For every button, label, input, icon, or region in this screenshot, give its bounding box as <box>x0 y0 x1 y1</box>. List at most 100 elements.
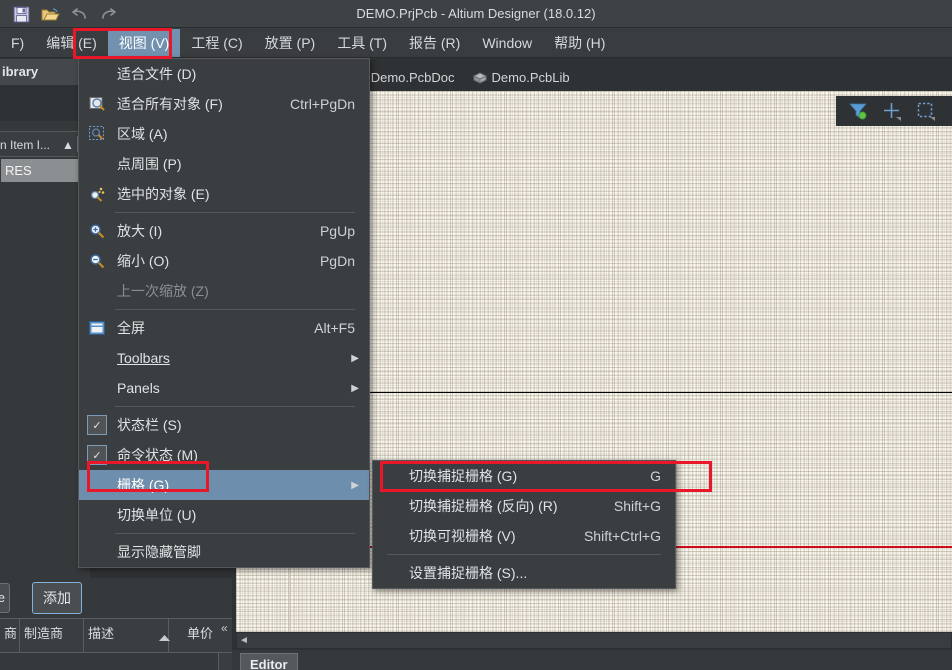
supplier-table-body[interactable] <box>0 653 219 670</box>
submenu-item-toggle-visible-grid[interactable]: 切换可视栅格 (V) Shift+Ctrl+G <box>373 521 675 551</box>
menu-item-label: 区域 (A) <box>117 126 168 142</box>
library-grid-body[interactable] <box>0 182 90 578</box>
checkbox-checked-icon[interactable]: ✓ <box>79 440 115 470</box>
menu-item-label: 状态栏 (S) <box>117 417 182 433</box>
menu-item-shortcut: Shift+G <box>613 498 661 514</box>
menu-item-shortcut: PgUp <box>319 223 355 239</box>
menu-item-panels[interactable]: Panels ▶ <box>79 373 369 403</box>
submenu-item-toggle-snap-grid-reverse[interactable]: 切换捕捉栅格 (反向) (R) Shift+G <box>373 491 675 521</box>
menu-separator <box>387 554 661 555</box>
menu-item-area[interactable]: 区域 (A) <box>79 119 369 149</box>
menu-project[interactable]: 工程 (C) <box>180 29 253 57</box>
menu-tools[interactable]: 工具 (T) <box>326 29 398 57</box>
menu-item-label: 点周围 (P) <box>117 156 182 172</box>
library-row-selected[interactable]: RES <box>1 159 90 182</box>
menu-separator <box>115 406 355 407</box>
menu-item-label: 全屏 <box>117 320 145 336</box>
menu-item-status-bar[interactable]: ✓ 状态栏 (S) <box>79 410 369 440</box>
blank-icon <box>79 500 115 530</box>
place-button[interactable]: ce <box>0 583 10 613</box>
chevron-right-icon: ▶ <box>351 353 359 364</box>
menu-reports[interactable]: 报告 (R) <box>398 29 471 57</box>
menu-item-fullscreen[interactable]: 全屏 Alt+F5 <box>79 313 369 343</box>
library-panel: ibrary n Item I...▲描 RES ce 添加 商 制造商 描述 … <box>0 59 232 670</box>
menu-item-label: 设置捕捉栅格 (S)... <box>409 565 528 581</box>
editor-status-bar: Editor <box>232 650 952 670</box>
blank-icon <box>79 537 115 567</box>
menu-item-label: 上一次缩放 (Z) <box>117 283 209 299</box>
tab-label: Demo.PcbDoc <box>370 69 455 85</box>
fit-all-icon <box>79 89 115 119</box>
selection-box-icon[interactable] <box>916 101 936 121</box>
checkbox-checked-icon[interactable]: ✓ <box>79 410 115 440</box>
menu-item-shortcut: Alt+F5 <box>314 320 355 336</box>
title-bar: DEMO.PrjPcb - Altium Designer (18.0.12) <box>0 0 952 28</box>
menu-item-grids[interactable]: 栅格 (G) ▶ <box>79 470 369 500</box>
menu-item-label: 切换捕捉栅格 (反向) (R) <box>409 498 558 514</box>
editor-status-tab[interactable]: Editor <box>240 653 298 670</box>
submenu-item-toggle-snap-grid[interactable]: 切换捕捉栅格 (G) G <box>373 461 675 491</box>
view-menu-popup: 适合文件 (D) 适合所有对象 (F) Ctrl+PgDn 区域 (A) 点周围… <box>78 58 370 568</box>
menu-item-shortcut: PgDn <box>319 253 355 269</box>
window-title: DEMO.PrjPcb - Altium Designer (18.0.12) <box>356 6 596 21</box>
menu-help[interactable]: 帮助 (H) <box>543 29 616 57</box>
menu-item-label: 适合所有对象 (F) <box>117 96 223 112</box>
menu-item-label: 切换单位 (U) <box>117 507 197 523</box>
zoom-selected-icon <box>79 179 115 209</box>
menu-item-show-hidden-pins[interactable]: 显示隐藏管脚 <box>79 537 369 567</box>
supplier-table-header: 商 制造商 描述 单价 « <box>0 618 232 653</box>
menu-item-around-point[interactable]: 点周围 (P) <box>79 149 369 179</box>
menu-item-zoom-out[interactable]: 缩小 (O) PgDn <box>79 246 369 276</box>
collapse-icon[interactable]: « <box>221 621 232 635</box>
column-header-unitprice[interactable]: 单价 <box>169 619 219 653</box>
menu-item-shortcut: G <box>650 468 661 484</box>
menu-item-fit-document[interactable]: 适合文件 (D) <box>79 59 369 89</box>
column-header-manufacturer[interactable]: 制造商 <box>20 619 84 653</box>
blank-icon <box>79 343 115 373</box>
column-header-description[interactable]: 描述 <box>84 619 169 653</box>
column-header-supplier[interactable]: 商 <box>0 619 20 653</box>
menu-item-label: Toolbars <box>115 350 369 366</box>
library-grid-col-item: n Item I... <box>0 138 51 152</box>
blank-icon <box>79 149 115 179</box>
scroll-left-icon[interactable]: ◄ <box>239 635 249 646</box>
menu-item-fit-all-objects[interactable]: 适合所有对象 (F) Ctrl+PgDn <box>79 89 369 119</box>
menu-file[interactable]: F) <box>0 31 35 55</box>
zoom-out-icon <box>79 246 115 276</box>
submenu-item-set-snap-grid[interactable]: 设置捕捉栅格 (S)... <box>373 558 675 588</box>
menu-item-label: 栅格 (G) <box>117 477 170 493</box>
filter-icon[interactable] <box>848 101 868 121</box>
menu-item-label: 缩小 (O) <box>117 253 170 269</box>
blank-icon <box>79 470 115 500</box>
menu-place[interactable]: 放置 (P) <box>254 29 327 57</box>
menu-item-label: 显示隐藏管脚 <box>117 544 201 560</box>
menu-view[interactable]: 视图 (V) <box>107 28 181 57</box>
crosshair-icon[interactable] <box>882 101 902 121</box>
chevron-right-icon: ▶ <box>351 480 359 491</box>
menu-item-label: 适合文件 (D) <box>117 66 197 82</box>
sort-ascending-icon[interactable]: ▲ <box>62 132 74 156</box>
menu-item-shortcut: Ctrl+PgDn <box>290 96 355 112</box>
menu-item-selected-objects[interactable]: 选中的对象 (E) <box>79 179 369 209</box>
add-button[interactable]: 添加 <box>32 582 82 614</box>
sort-ascending-icon[interactable] <box>158 634 171 642</box>
tab-label: Demo.PcbLib <box>491 69 570 85</box>
menu-item-label: Panels <box>117 380 160 396</box>
menu-item-toolbars[interactable]: Toolbars ▶ <box>79 343 369 373</box>
pcblib-icon <box>472 71 487 84</box>
blank-icon <box>79 59 115 89</box>
library-panel-title: ibrary <box>0 59 90 85</box>
zoom-in-icon <box>79 216 115 246</box>
menu-item-last-zoom: 上一次缩放 (Z) <box>79 276 369 306</box>
horizontal-scrollbar[interactable]: ◄ <box>236 632 952 649</box>
menu-item-zoom-in[interactable]: 放大 (I) PgUp <box>79 216 369 246</box>
library-grid-header[interactable]: n Item I...▲描 <box>0 131 90 157</box>
menu-window[interactable]: Window <box>471 31 543 55</box>
menu-item-shortcut: Shift+Ctrl+G <box>583 528 661 544</box>
menu-edit[interactable]: 编辑 (E) <box>35 29 108 57</box>
tab-demo-pcblib[interactable]: Demo.PcbLib <box>464 63 579 91</box>
menu-item-toggle-units[interactable]: 切换单位 (U) <box>79 500 369 530</box>
menu-item-command-status[interactable]: ✓ 命令状态 (M) <box>79 440 369 470</box>
menu-bar: F) 编辑 (E) 视图 (V) 工程 (C) 放置 (P) 工具 (T) 报告… <box>0 28 952 58</box>
supplier-table: 商 制造商 描述 单价 « <box>0 618 232 670</box>
